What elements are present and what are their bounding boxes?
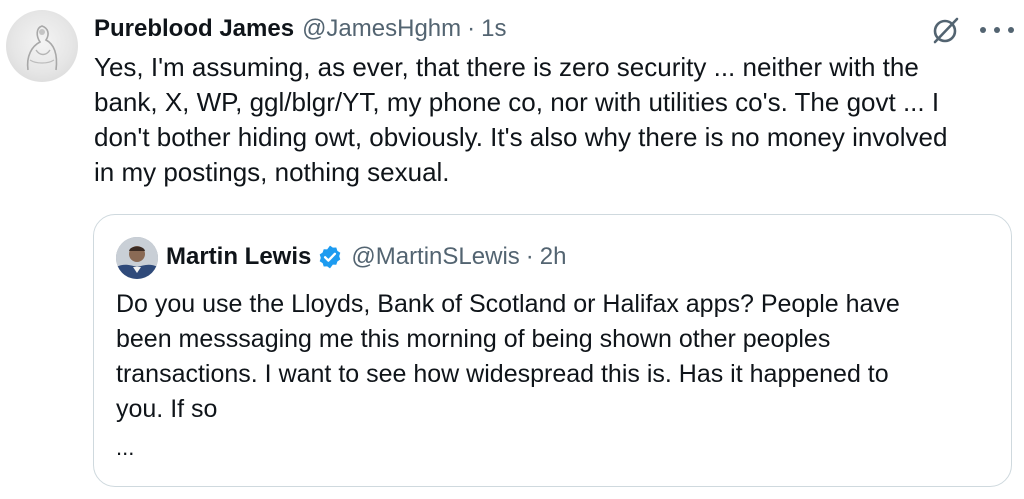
quoted-separator-dot: · xyxy=(525,243,534,270)
quoted-post-text: Do you use the Lloyds, Bank of Scotland … xyxy=(116,290,900,423)
display-name[interactable]: Pureblood James xyxy=(94,12,294,46)
timestamp[interactable]: 1s xyxy=(481,12,506,46)
more-dot xyxy=(994,27,1000,33)
post-text: Yes, I'm assuming, as ever, that there i… xyxy=(94,52,948,187)
avatar-image xyxy=(26,25,58,71)
separator-dot: · xyxy=(467,15,476,42)
post-header: Pureblood James @JamesHghm · 1s xyxy=(94,12,507,46)
handle[interactable]: @JamesHghm xyxy=(302,12,461,46)
quoted-post-header: Martin Lewis @MartinSLewis · 2h xyxy=(166,239,566,275)
quoted-avatar-image xyxy=(116,237,158,279)
verified-badge-icon xyxy=(317,244,343,270)
quoted-handle[interactable]: @MartinSLewis xyxy=(351,239,519,275)
more-dot xyxy=(980,27,986,33)
grok-icon[interactable] xyxy=(930,14,962,46)
avatar[interactable] xyxy=(6,10,78,82)
quoted-display-name[interactable]: Martin Lewis xyxy=(166,239,311,275)
quoted-post-card[interactable]: Martin Lewis @MartinSLewis · 2h Do you u… xyxy=(93,214,1012,487)
more-dot xyxy=(1008,27,1014,33)
quoted-avatar[interactable] xyxy=(116,237,158,279)
quoted-timestamp[interactable]: 2h xyxy=(540,239,567,275)
quoted-truncation: ... xyxy=(116,435,135,460)
more-icon[interactable] xyxy=(980,14,1014,46)
tweet[interactable]: Pureblood James @JamesHghm · 1s Yes, I'm… xyxy=(0,0,1024,499)
